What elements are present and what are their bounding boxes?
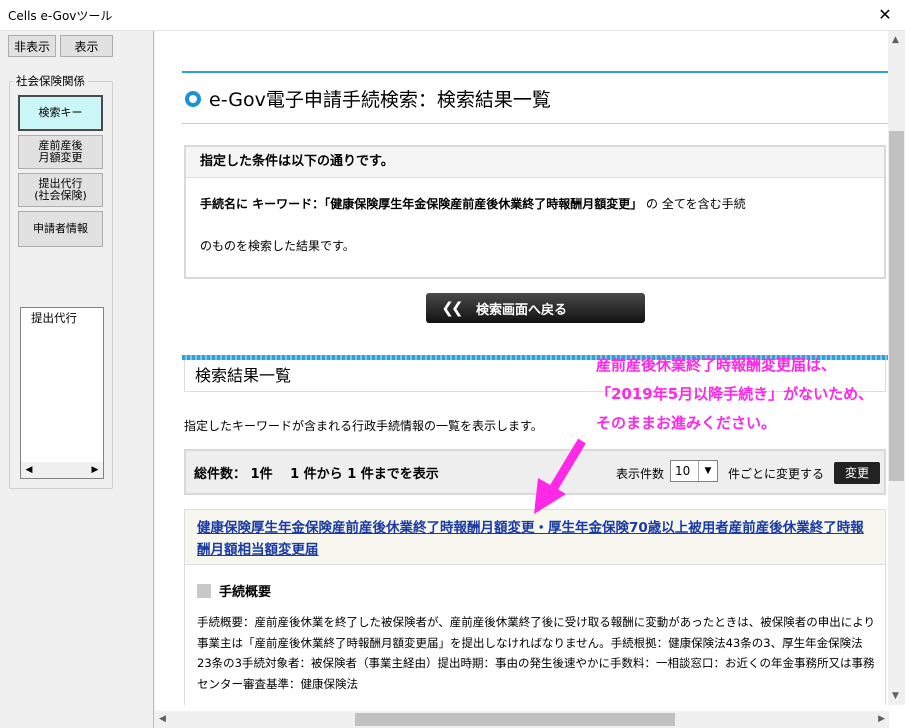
conditions-header: 指定した条件は以下の通りです。 — [186, 147, 884, 178]
conditions-suffix: の 全てを含む手続 — [642, 197, 746, 211]
group-title: 社会保険関係 — [13, 73, 88, 89]
scroll-up-icon[interactable]: ▲ — [892, 35, 899, 45]
back-to-search-button[interactable]: ❮❮ 検索画面へ戻る — [426, 293, 645, 323]
back-button-label: 検索画面へ戻る — [476, 302, 568, 318]
conditions-line-2: のものを検索した結果です。 — [200, 239, 355, 253]
browser-pane: e-Gov電子申請手続検索：検索結果一覧 指定した条件は以下の通りです。 手続名… — [155, 31, 905, 728]
summary-body: 手続概要：産前産後休業を終了した被保険者が、産前産後休業終了後に受け取る報酬に変… — [197, 615, 876, 691]
close-icon[interactable]: ✕ — [865, 0, 905, 30]
applicant-info-button[interactable]: 申請者情報 — [18, 211, 103, 247]
search-key-button[interactable]: 検索キー — [18, 95, 103, 131]
page-title-text: e-Gov電子申請手続検索：検索結果一覧 — [209, 89, 551, 111]
scroll-right-icon[interactable]: ▶ — [878, 714, 885, 724]
hide-button[interactable]: 非表示 — [8, 35, 56, 57]
total-count: 総件数： 1件 1 件から 1 件までを表示 — [194, 467, 439, 482]
list-scrollbar[interactable]: ◀ ▶ — [21, 462, 103, 478]
annotation-line-1: 産前産後休業終了時報酬変更届は、 — [596, 356, 837, 374]
section-description: 指定したキーワードが含まれる行政手続情報の一覧を表示します。 — [184, 419, 543, 433]
page-content: e-Gov電子申請手続検索：検索結果一覧 指定した条件は以下の通りです。 手続名… — [155, 31, 889, 705]
maternity-change-button[interactable]: 産前産後 月額変更 — [18, 135, 103, 169]
conditions-box: 指定した条件は以下の通りです。 手続名に キーワード：「健康保険厚生年金保険産前… — [184, 145, 886, 279]
list-box[interactable]: 提出代行 ◀ ▶ — [20, 307, 104, 479]
scroll-down-icon[interactable]: ▼ — [892, 691, 899, 701]
conditions-line-1: 手続名に キーワード：「健康保険厚生年金保険産前産後休業終了時報酬月額変更」 の… — [200, 195, 746, 212]
agent-submission-button[interactable]: 提出代行 (社会保険) — [18, 173, 103, 207]
left-pane: 非表示 表示 社会保険関係 検索キー 産前産後 月額変更 提出代行 (社会保険)… — [0, 31, 154, 728]
bullet-icon — [185, 90, 201, 107]
horizontal-scroll-thumb[interactable] — [355, 713, 675, 726]
scroll-right-icon[interactable]: ▶ — [87, 462, 103, 478]
window-title: Cells e-Govツール — [8, 9, 113, 23]
divider — [182, 123, 888, 124]
square-icon — [197, 583, 211, 598]
result-title-link[interactable]: 健康保険厚生年金保険産前産後休業終了時報酬月額変更・厚生年金保険70歳以上被用者… — [197, 520, 864, 558]
show-button[interactable]: 表示 — [60, 35, 113, 57]
page-title: e-Gov電子申請手続検索：検索結果一覧 — [185, 85, 551, 112]
list-item[interactable]: 提出代行 — [31, 310, 77, 326]
scroll-left-icon[interactable]: ◀ — [21, 462, 37, 478]
double-chevron-left-icon: ❮❮ — [441, 299, 463, 317]
change-button[interactable]: 変更 — [834, 462, 880, 484]
vertical-scroll-thumb[interactable] — [889, 131, 904, 481]
per-page-value: 10 — [675, 464, 691, 478]
annotation-line-3: そのままお進みください。 — [596, 414, 777, 432]
summary-heading-text: 手続概要 — [219, 585, 272, 600]
annotation-line-2: 「2019年5月以降手続き」がないため、 — [596, 385, 874, 403]
top-rule — [182, 71, 888, 73]
conditions-prefix: 手続名に キーワード： — [200, 197, 325, 211]
result-header: 健康保険厚生年金保険産前産後休業終了時報酬月額変更・厚生年金保険70歳以上被用者… — [185, 510, 885, 565]
per-page-label: 表示件数 — [616, 467, 665, 481]
arrow-icon — [534, 438, 586, 514]
chevron-down-icon[interactable]: ▼ — [698, 461, 717, 481]
conditions-keyword: 「健康保険厚生年金保険産前産後休業終了時報酬月額変更」 — [324, 197, 643, 211]
result-item: 健康保険厚生年金保険産前産後休業終了時報酬月額変更・厚生年金保険70歳以上被用者… — [184, 509, 886, 705]
vertical-scrollbar[interactable]: ▲ ▼ — [888, 31, 905, 705]
per-page-suffix: 件ごとに変更する — [728, 467, 825, 481]
horizontal-scrollbar[interactable]: ◀ ▶ — [155, 711, 889, 728]
title-bar: Cells e-Govツール ✕ — [0, 0, 905, 31]
summary-heading: 手続概要 — [197, 581, 271, 600]
scroll-left-icon[interactable]: ◀ — [159, 714, 166, 724]
per-page-select[interactable]: 10 ▼ — [670, 460, 718, 482]
annotation: 産前産後休業終了時報酬変更届は、 「2019年5月以降手続き」がないため、 その… — [596, 351, 873, 438]
